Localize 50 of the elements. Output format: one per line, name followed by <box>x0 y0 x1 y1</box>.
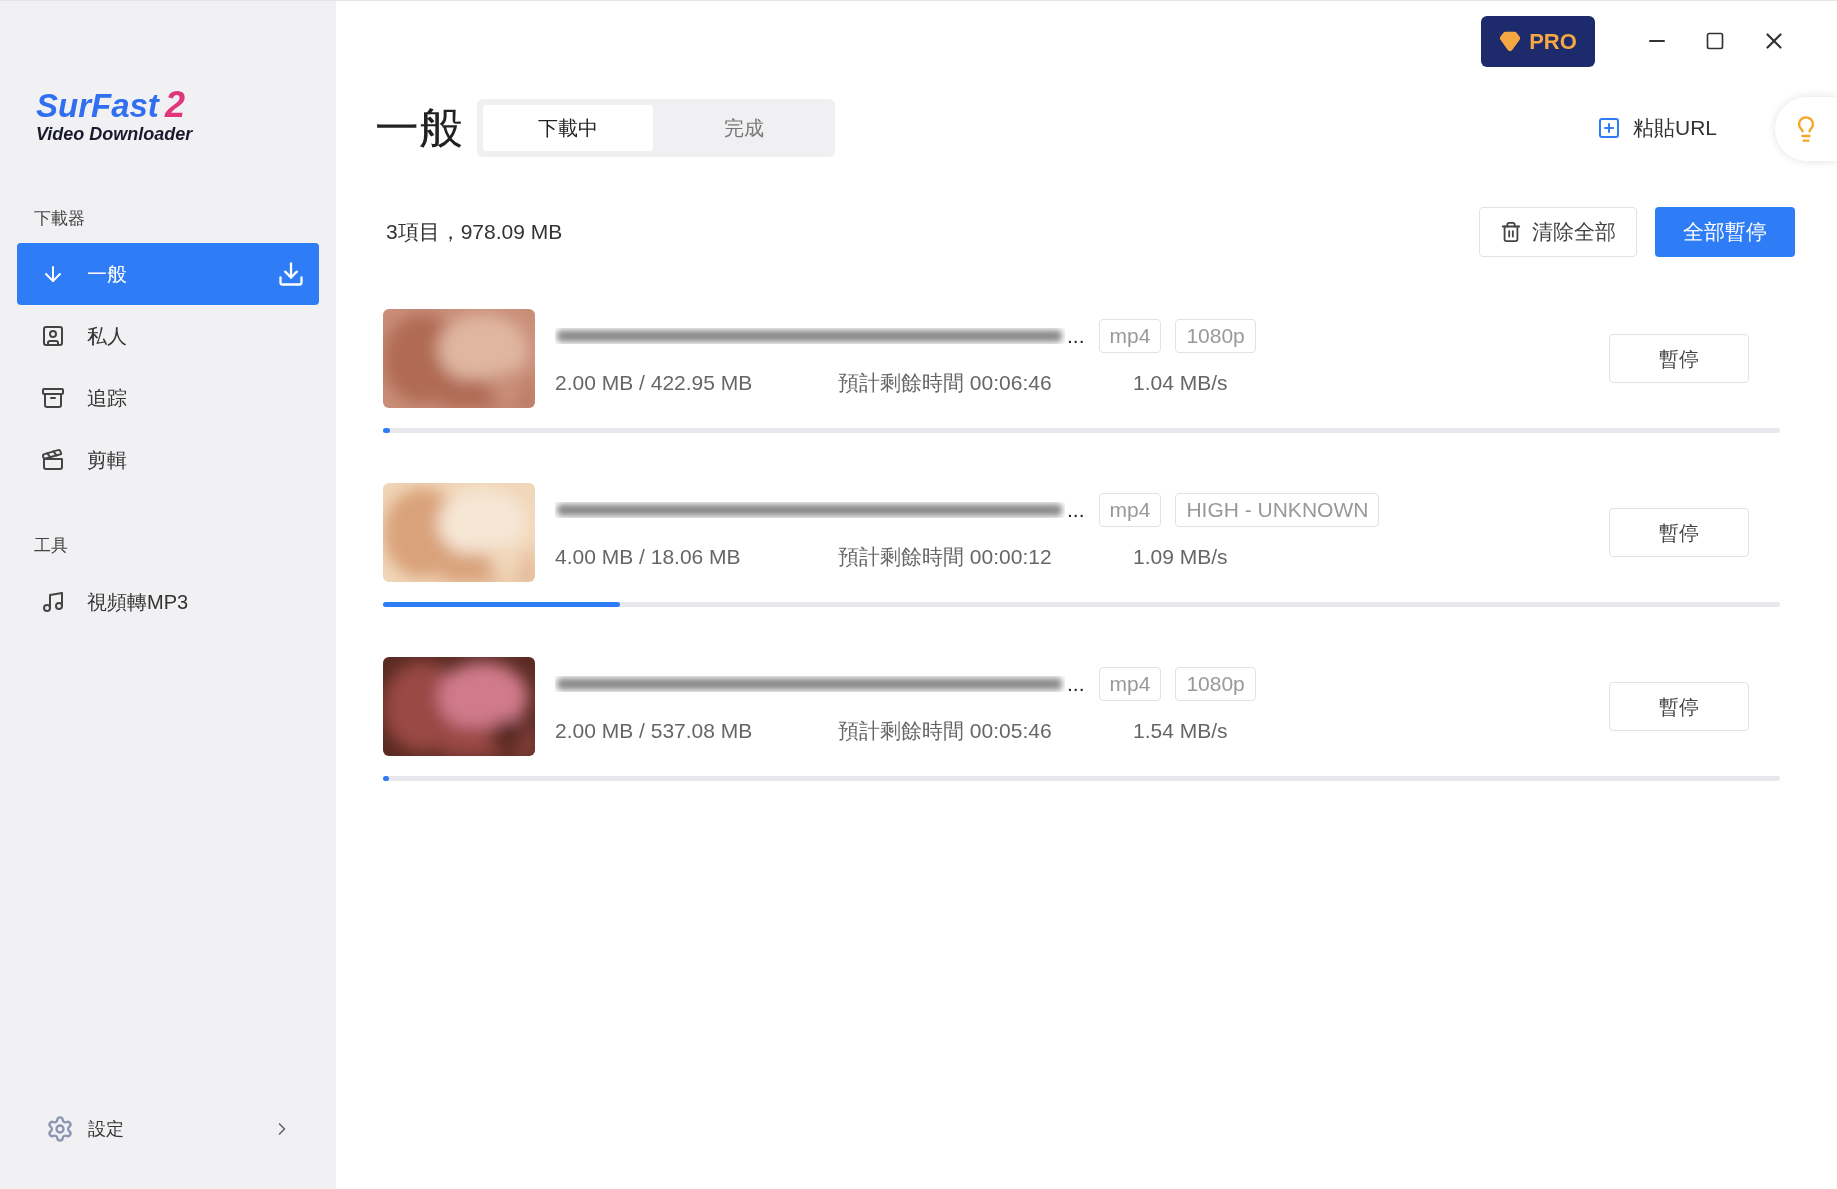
speed-text: 1.04 MB/s <box>1133 369 1228 396</box>
logo-subtitle: Video Downloader <box>36 123 194 146</box>
diamond-icon <box>1499 30 1522 52</box>
tab[interactable]: 下載中 <box>483 105 653 151</box>
pause-all-button[interactable]: 全部暫停 <box>1655 207 1795 257</box>
settings-link[interactable]: 設定 <box>88 1115 258 1143</box>
sidebar-item[interactable]: 視頻轉MP3 <box>17 570 319 633</box>
sidebar-item[interactable]: 追踪 <box>17 367 319 429</box>
title-ellipsis: ... <box>1067 323 1085 349</box>
format-tag: mp4 <box>1098 492 1162 527</box>
eta-text: 預計剩餘時間 00:06:46 <box>838 369 1053 396</box>
size-text: 4.00 MB / 18.06 MB <box>555 543 742 570</box>
speed-text: 1.09 MB/s <box>1133 543 1228 570</box>
sidebar-item[interactable]: 私人 <box>17 305 319 367</box>
page-title: 一般 <box>375 102 463 154</box>
title-ellipsis: ... <box>1067 671 1085 697</box>
pause-button[interactable]: 暫停 <box>1609 682 1749 731</box>
section-heading: 工具 <box>33 535 69 557</box>
sidebar-item[interactable]: 剪輯 <box>17 429 319 491</box>
eta-text: 預計剩餘時間 00:00:12 <box>838 543 1053 570</box>
settings-icon[interactable] <box>46 1115 74 1143</box>
quality-tag: 1080p <box>1175 666 1256 701</box>
size-text: 2.00 MB / 422.95 MB <box>555 369 754 396</box>
sidebar-item[interactable]: 一般 <box>17 243 319 305</box>
tab[interactable]: 完成 <box>659 105 829 151</box>
quality-tag: HIGH - UNKNOWN <box>1175 492 1380 527</box>
download-icon <box>277 260 305 288</box>
summary-text: 3項目，978.09 MB <box>386 219 563 246</box>
logo-version: 2 <box>164 87 185 123</box>
maximize-icon[interactable] <box>1705 31 1725 51</box>
format-tag: mp4 <box>1098 318 1162 353</box>
tray-icon <box>41 386 65 410</box>
clear-all-button[interactable]: 清除全部 <box>1479 207 1637 257</box>
quality-tag: 1080p <box>1175 318 1256 353</box>
clapperboard-icon <box>41 448 65 472</box>
paste-url-button[interactable]: 粘貼URL <box>1597 112 1717 144</box>
logo-name: SurFast <box>36 89 159 122</box>
title-ellipsis: ... <box>1067 497 1085 523</box>
portrait-icon <box>41 324 65 348</box>
pro-button[interactable]: PRO <box>1481 15 1595 67</box>
plus-icon <box>1597 116 1621 140</box>
speed-text: 1.54 MB/s <box>1133 717 1228 744</box>
size-text: 2.00 MB / 537.08 MB <box>555 717 754 744</box>
format-tag: mp4 <box>1098 666 1162 701</box>
section-heading: 下載器 <box>33 207 86 230</box>
trash-icon <box>1500 221 1522 243</box>
eta-text: 預計剩餘時間 00:05:46 <box>838 717 1053 744</box>
pause-button[interactable]: 暫停 <box>1609 334 1749 383</box>
pause-button[interactable]: 暫停 <box>1609 508 1749 557</box>
music-note-icon <box>41 589 65 614</box>
